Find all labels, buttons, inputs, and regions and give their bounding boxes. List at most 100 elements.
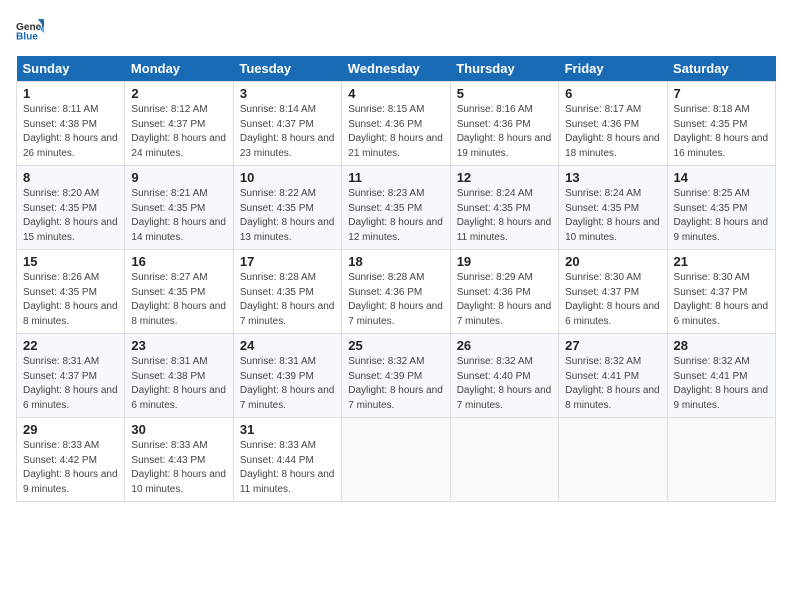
day-info: Sunrise: 8:32 AMSunset: 4:41 PMDaylight:… — [565, 355, 660, 413]
day-info: Sunrise: 8:25 AMSunset: 4:35 PMDaylight:… — [674, 187, 769, 245]
day-info: Sunrise: 8:17 AMSunset: 4:36 PMDaylight:… — [565, 103, 660, 161]
table-row: 21 Sunrise: 8:30 AMSunset: 4:37 PMDayligh… — [667, 250, 775, 334]
day-number: 31 — [240, 422, 335, 437]
day-number: 7 — [674, 86, 769, 101]
table-row: 24Sunrise: 8:31 AMSunset: 4:39 PMDayligh… — [233, 334, 341, 418]
day-number: 21 — [674, 254, 769, 269]
day-number: 24 — [240, 338, 335, 353]
day-number: 16 — [131, 254, 226, 269]
table-row: 17 Sunrise: 8:28 AMSunset: 4:35 PMDayligh… — [233, 250, 341, 334]
day-number: 4 — [348, 86, 443, 101]
day-number: 15 — [23, 254, 118, 269]
table-row: 13 Sunrise: 8:24 AMSunset: 4:35 PMDayligh… — [559, 166, 667, 250]
day-info: Sunrise: 8:18 AMSunset: 4:35 PMDaylight:… — [674, 103, 769, 161]
day-info: Sunrise: 8:32 AMSunset: 4:41 PMDaylight:… — [674, 355, 769, 413]
logo: General Blue — [16, 16, 44, 44]
table-row: 2Sunrise: 8:12 AMSunset: 4:37 PMDaylight… — [125, 82, 233, 166]
table-row: 8 Sunrise: 8:20 AMSunset: 4:35 PMDaylight… — [17, 166, 125, 250]
day-number: 12 — [457, 170, 552, 185]
day-number: 20 — [565, 254, 660, 269]
col-saturday: Saturday — [667, 56, 775, 82]
day-info: Sunrise: 8:30 AMSunset: 4:37 PMDaylight:… — [565, 271, 660, 329]
day-info: Sunrise: 8:15 AMSunset: 4:36 PMDaylight:… — [348, 103, 443, 161]
calendar-table: Sunday Monday Tuesday Wednesday Thursday… — [16, 56, 776, 502]
table-row: 11 Sunrise: 8:23 AMSunset: 4:35 PMDayligh… — [342, 166, 450, 250]
day-number: 22 — [23, 338, 118, 353]
day-info: Sunrise: 8:16 AMSunset: 4:36 PMDaylight:… — [457, 103, 552, 161]
day-info: Sunrise: 8:20 AMSunset: 4:35 PMDaylight:… — [23, 187, 118, 245]
logo-icon: General Blue — [16, 16, 44, 44]
day-info: Sunrise: 8:33 AMSunset: 4:43 PMDaylight:… — [131, 439, 226, 497]
day-number: 14 — [674, 170, 769, 185]
table-row: 3Sunrise: 8:14 AMSunset: 4:37 PMDaylight… — [233, 82, 341, 166]
table-row — [342, 418, 450, 502]
day-info: Sunrise: 8:32 AMSunset: 4:39 PMDaylight:… — [348, 355, 443, 413]
table-row: 15 Sunrise: 8:26 AMSunset: 4:35 PMDayligh… — [17, 250, 125, 334]
table-row: 10Sunrise: 8:22 AMSunset: 4:35 PMDayligh… — [233, 166, 341, 250]
day-number: 18 — [348, 254, 443, 269]
table-row: 27 Sunrise: 8:32 AMSunset: 4:41 PMDayligh… — [559, 334, 667, 418]
day-info: Sunrise: 8:26 AMSunset: 4:35 PMDaylight:… — [23, 271, 118, 329]
day-number: 5 — [457, 86, 552, 101]
table-row: 4 Sunrise: 8:15 AMSunset: 4:36 PMDaylight… — [342, 82, 450, 166]
table-row: 14 Sunrise: 8:25 AMSunset: 4:35 PMDayligh… — [667, 166, 775, 250]
col-monday: Monday — [125, 56, 233, 82]
table-row: 1 Sunrise: 8:11 AMSunset: 4:38 PMDaylight… — [17, 82, 125, 166]
col-sunday: Sunday — [17, 56, 125, 82]
svg-text:Blue: Blue — [16, 31, 38, 42]
day-number: 11 — [348, 170, 443, 185]
day-number: 17 — [240, 254, 335, 269]
day-number: 25 — [348, 338, 443, 353]
day-info: Sunrise: 8:30 AMSunset: 4:37 PMDaylight:… — [674, 271, 769, 329]
table-row: 22 Sunrise: 8:31 AMSunset: 4:37 PMDayligh… — [17, 334, 125, 418]
calendar-week-row: 15 Sunrise: 8:26 AMSunset: 4:35 PMDayligh… — [17, 250, 776, 334]
day-number: 6 — [565, 86, 660, 101]
table-row: 16 Sunrise: 8:27 AMSunset: 4:35 PMDayligh… — [125, 250, 233, 334]
table-row: 25 Sunrise: 8:32 AMSunset: 4:39 PMDayligh… — [342, 334, 450, 418]
day-info: Sunrise: 8:22 AMSunset: 4:35 PMDaylight:… — [240, 187, 335, 245]
table-row: 20 Sunrise: 8:30 AMSunset: 4:37 PMDayligh… — [559, 250, 667, 334]
table-row: 9Sunrise: 8:21 AMSunset: 4:35 PMDaylight… — [125, 166, 233, 250]
col-friday: Friday — [559, 56, 667, 82]
day-number: 8 — [23, 170, 118, 185]
calendar-header-row: Sunday Monday Tuesday Wednesday Thursday… — [17, 56, 776, 82]
day-info: Sunrise: 8:21 AMSunset: 4:35 PMDaylight:… — [131, 187, 226, 245]
table-row: 5 Sunrise: 8:16 AMSunset: 4:36 PMDaylight… — [450, 82, 558, 166]
header: General Blue — [16, 16, 776, 44]
col-wednesday: Wednesday — [342, 56, 450, 82]
day-info: Sunrise: 8:27 AMSunset: 4:35 PMDaylight:… — [131, 271, 226, 329]
table-row: 30Sunrise: 8:33 AMSunset: 4:43 PMDayligh… — [125, 418, 233, 502]
day-info: Sunrise: 8:29 AMSunset: 4:36 PMDaylight:… — [457, 271, 552, 329]
table-row — [667, 418, 775, 502]
day-info: Sunrise: 8:23 AMSunset: 4:35 PMDaylight:… — [348, 187, 443, 245]
calendar-week-row: 1 Sunrise: 8:11 AMSunset: 4:38 PMDaylight… — [17, 82, 776, 166]
day-info: Sunrise: 8:24 AMSunset: 4:35 PMDaylight:… — [565, 187, 660, 245]
table-row: 18Sunrise: 8:28 AMSunset: 4:36 PMDayligh… — [342, 250, 450, 334]
table-row: 19Sunrise: 8:29 AMSunset: 4:36 PMDayligh… — [450, 250, 558, 334]
table-row: 7 Sunrise: 8:18 AMSunset: 4:35 PMDaylight… — [667, 82, 775, 166]
day-number: 29 — [23, 422, 118, 437]
calendar-week-row: 29Sunrise: 8:33 AMSunset: 4:42 PMDayligh… — [17, 418, 776, 502]
day-number: 13 — [565, 170, 660, 185]
day-info: Sunrise: 8:28 AMSunset: 4:35 PMDaylight:… — [240, 271, 335, 329]
table-row: 12Sunrise: 8:24 AMSunset: 4:35 PMDayligh… — [450, 166, 558, 250]
table-row — [450, 418, 558, 502]
calendar-week-row: 22 Sunrise: 8:31 AMSunset: 4:37 PMDayligh… — [17, 334, 776, 418]
table-row — [559, 418, 667, 502]
day-number: 1 — [23, 86, 118, 101]
table-row: 28 Sunrise: 8:32 AMSunset: 4:41 PMDayligh… — [667, 334, 775, 418]
day-info: Sunrise: 8:33 AMSunset: 4:44 PMDaylight:… — [240, 439, 335, 497]
col-thursday: Thursday — [450, 56, 558, 82]
day-info: Sunrise: 8:31 AMSunset: 4:38 PMDaylight:… — [131, 355, 226, 413]
day-info: Sunrise: 8:31 AMSunset: 4:37 PMDaylight:… — [23, 355, 118, 413]
table-row: 6 Sunrise: 8:17 AMSunset: 4:36 PMDaylight… — [559, 82, 667, 166]
day-number: 27 — [565, 338, 660, 353]
main-container: General Blue Sunday Monday Tuesday Wedne… — [0, 0, 792, 510]
day-number: 2 — [131, 86, 226, 101]
day-number: 26 — [457, 338, 552, 353]
table-row: 29Sunrise: 8:33 AMSunset: 4:42 PMDayligh… — [17, 418, 125, 502]
day-number: 3 — [240, 86, 335, 101]
day-number: 28 — [674, 338, 769, 353]
day-info: Sunrise: 8:32 AMSunset: 4:40 PMDaylight:… — [457, 355, 552, 413]
day-info: Sunrise: 8:11 AMSunset: 4:38 PMDaylight:… — [23, 103, 118, 161]
